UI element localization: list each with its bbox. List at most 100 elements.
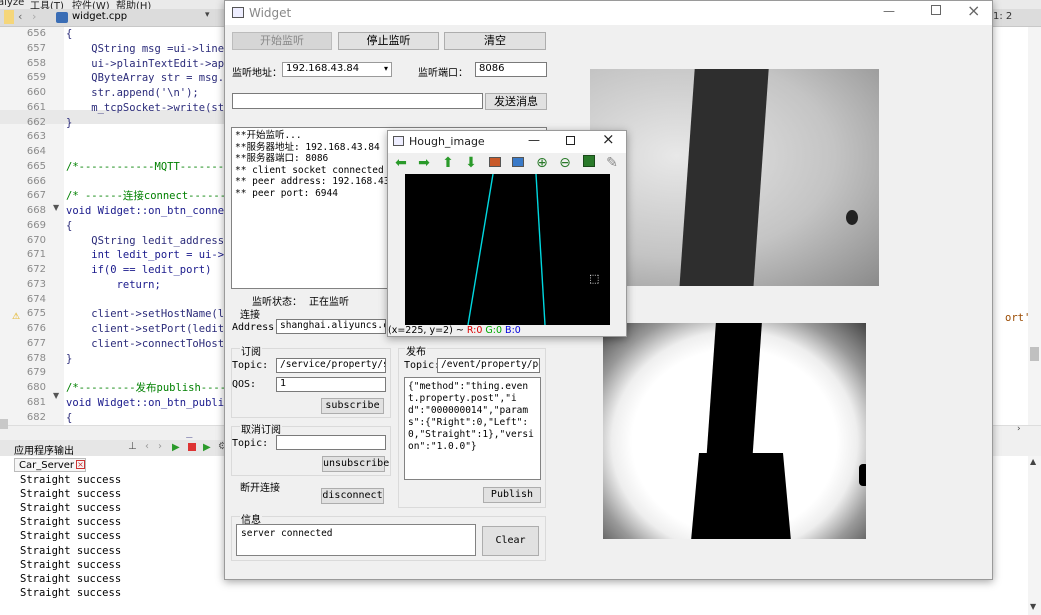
debug-icon[interactable]: ▶ [203,442,211,453]
editor-vscrollbar[interactable] [1028,27,1041,425]
minimize-icon[interactable]: — [883,4,895,18]
line-number: 664 [26,146,46,157]
line-number: 656 [26,28,46,39]
tab-dropdown-icon[interactable]: ▾ [205,10,210,20]
pub-topic-label: Topic: [404,360,441,371]
log-line: **服务器端口: 8086 [235,153,329,164]
line-number: 659 [26,72,46,84]
output-vscrollbar[interactable]: ▲ ▼ [1028,456,1041,615]
zoom-out-icon[interactable]: ⊖ [556,154,574,172]
clear-info-button[interactable]: Clear [482,526,539,556]
clear-top-button[interactable]: 清空 [444,32,546,50]
prev-icon[interactable]: ‹ [145,441,149,452]
hough-titlebar[interactable]: Hough_image — × [388,130,626,153]
log-line: **服务器地址: 192.168.43.84 [235,141,380,153]
arrow-up-icon[interactable]: ⬆ [439,154,457,172]
menu-tools[interactable]: 工具(T) [30,0,64,9]
fold-marker-icon[interactable]: ▼ [53,391,59,400]
line-number: 671 [26,249,46,261]
log-line: ** peer port: 6944 [235,187,338,199]
listen-port-label: 监听端口： [418,68,468,79]
info-textedit[interactable]: server connected [236,524,476,556]
address-input[interactable]: shanghai.aliyuncs.com [276,319,386,334]
line-number: 667 [26,190,46,202]
pub-topic-input[interactable]: /event/property/post [437,358,540,373]
line-number: 680 [26,382,46,393]
nav-forward-icon[interactable]: › [32,10,36,23]
hough-toolbar: ⬅ ➡ ⬆ ⬇ ⊕ ⊖ ✎ [388,153,626,173]
line-number: 682 [26,411,46,423]
image-save-icon[interactable] [509,154,527,172]
code-lines: 656 {657 QString msg =ui->line 658 ui->pla… [0,27,230,438]
output-line: Straight success [20,572,122,585]
listen-address-value: 192.168.43.84 [286,63,360,74]
camera-image [590,69,879,286]
arrow-right-icon[interactable]: ➡ [415,154,433,172]
sub-topic-input[interactable]: /service/property/set [276,358,386,373]
scroll-right-icon[interactable]: › [1017,424,1021,434]
mouse-cursor-icon: ⬚ [589,272,600,285]
send-message-input[interactable] [232,93,483,109]
qos-label: QOS: [232,379,257,390]
menu-widgets[interactable]: 控件(W) [72,0,110,9]
line-number: 677 [26,337,46,349]
image-icon[interactable] [486,154,504,172]
code-line: /*---------发布publish---- [66,382,227,394]
line-number: 674 [26,293,46,305]
arrow-left-icon[interactable]: ⬅ [392,154,410,172]
status-value: 正在监听 [309,297,349,308]
publish-button[interactable]: Publish [483,487,541,503]
publish-group-title: 发布 [405,343,427,358]
line-number: 668 [26,205,46,216]
start-listen-button[interactable]: 开始监听 [232,32,332,50]
widget-titlebar[interactable]: Widget — × [225,1,992,25]
hough-line-left [467,174,494,325]
subscribe-button[interactable]: subscribe [321,398,384,414]
save-icon[interactable] [580,154,598,172]
hough-coords: (x=225, y=2) ~ [388,325,464,336]
run-icon[interactable]: ▶ [172,442,180,453]
zoom-in-icon[interactable]: ⊕ [533,154,551,172]
code-line: client->setPort(ledit [66,323,225,335]
scroll-thumb[interactable] [1030,347,1039,361]
hough-window: Hough_image — × ⬅ ➡ ⬆ ⬇ ⊕ ⊖ ✎ ⬚ (x=225, … [387,130,627,337]
binary-spot-shape [859,464,866,486]
arrow-down-icon[interactable]: ⬇ [462,154,480,172]
unsubscribe-button[interactable]: unsubscribe [322,456,389,472]
menu-help[interactable]: 帮助(H) [116,0,151,9]
close-icon[interactable]: × [76,460,85,469]
listen-port-input[interactable]: 8086 [475,62,547,77]
scroll-up-icon[interactable]: ▲ [1030,457,1036,466]
stop-icon[interactable] [188,443,196,451]
pub-payload-textedit[interactable]: {"method":"thing.event.property.post","i… [404,377,541,480]
close-icon[interactable]: × [967,1,980,20]
hough-image[interactable]: ⬚ [405,174,610,325]
next-icon[interactable]: › [158,441,162,452]
fold-marker-icon[interactable]: ▼ [53,203,59,212]
code-line: { [66,219,73,232]
qos-input[interactable]: 1 [276,377,386,392]
listen-address-select[interactable]: 192.168.43.84 ▾ [282,62,392,77]
close-icon[interactable]: × [602,130,615,148]
code-line: str.append('\n'); [66,87,199,99]
line-number: 660 [26,87,46,98]
editor-tab-filename[interactable]: widget.cpp [72,11,127,22]
unsub-topic-input[interactable] [276,435,386,450]
stop-listen-button[interactable]: 停止监听 [338,32,439,50]
send-message-button[interactable]: 发送消息 [485,93,547,110]
brush-icon[interactable]: ✎ [603,154,621,172]
output-tab[interactable]: Car_Server × [14,458,86,472]
log-line: **开始监听... [235,130,302,141]
nav-back-icon[interactable]: ‹ [18,10,22,23]
disconnect-button[interactable]: disconnect [321,488,384,504]
hough-b-value: B:0 [505,325,521,336]
scroll-down-icon[interactable]: ▼ [1030,602,1036,611]
output-line: Straight success [20,502,122,515]
line-number: 662 [26,116,46,128]
minimize-icon[interactable]: — [528,133,540,147]
maximize-icon[interactable] [931,5,941,15]
output-toolbar-icon[interactable]: ⊥ [128,441,137,452]
menu-analyze[interactable]: alyze [0,0,24,8]
editor-scroll-left[interactable] [0,419,8,429]
maximize-icon[interactable] [566,136,575,145]
